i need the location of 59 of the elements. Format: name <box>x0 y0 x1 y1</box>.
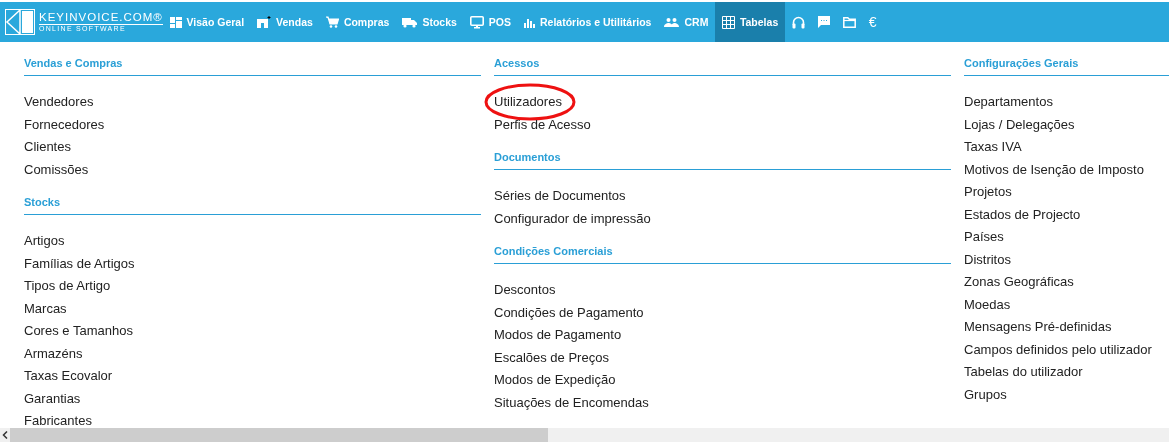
menu-link[interactable]: Artigos <box>24 230 65 253</box>
menu-link[interactable]: Situações de Encomendas <box>494 391 649 414</box>
cart-icon <box>325 16 339 28</box>
section-heading: Condições Comerciais <box>494 230 951 264</box>
menu-link[interactable]: Zonas Geográficas <box>964 271 1074 294</box>
dashboard-icon <box>169 16 182 28</box>
menu-link[interactable]: Taxas IVA <box>964 136 1022 159</box>
menu-link[interactable]: Modos de Expedição <box>494 369 616 392</box>
menu-link[interactable]: Campos definidos pelo utilizador <box>964 338 1152 361</box>
menu-link[interactable]: Tipos de Artigo <box>24 275 111 298</box>
nav-tab[interactable]: Tabelas <box>714 2 786 42</box>
menu-link[interactable]: Moedas <box>964 293 1011 316</box>
menu-link[interactable]: Fornecedores <box>24 113 105 136</box>
menu-link[interactable]: Perfis de Acesso <box>494 113 591 136</box>
section-heading: Stocks <box>24 181 481 215</box>
menu-link[interactable]: Famílias de Artigos <box>24 252 135 275</box>
menu-link[interactable]: Condições de Pagamento <box>494 301 644 324</box>
logo-icon <box>5 9 35 35</box>
menu-link[interactable]: Configurador de impressão <box>494 207 651 230</box>
menu-link[interactable]: Marcas <box>24 297 67 320</box>
menu-link[interactable]: Países <box>964 226 1004 249</box>
menu-link[interactable]: Grupos <box>964 383 1007 406</box>
section-heading: Acessos <box>494 42 951 76</box>
menu-link[interactable]: Armazéns <box>24 342 83 365</box>
menu-link[interactable]: Cores e Tamanhos <box>24 320 133 343</box>
menu-link[interactable]: Motivos de Isenção de Imposto <box>964 158 1144 181</box>
headset-icon <box>791 15 805 29</box>
menu-link[interactable]: Departamentos <box>964 91 1053 114</box>
menu-link[interactable]: Comissões <box>24 158 89 181</box>
menu-link[interactable]: Clientes <box>24 136 71 159</box>
chat-icon <box>817 16 830 28</box>
menu-link[interactable]: Vendedores <box>24 91 94 114</box>
scroll-left-icon[interactable] <box>2 431 8 439</box>
menu-link[interactable]: Séries de Documentos <box>494 185 626 208</box>
truck-icon <box>402 16 418 28</box>
menu-link[interactable]: Fabricantes <box>24 410 92 428</box>
logo-name: KEYINVOICE.COM® <box>39 11 163 25</box>
section-heading: Configurações Gerais <box>964 42 1169 76</box>
bar-chart-icon <box>524 16 535 28</box>
menu-link[interactable]: Taxas Ecovalor <box>24 365 113 388</box>
section-heading: Documentos <box>494 136 951 170</box>
horizontal-scrollbar[interactable] <box>0 428 1169 442</box>
menu-link[interactable]: Garantias <box>24 387 81 410</box>
menu-link[interactable]: Modos de Pagamento <box>494 324 622 347</box>
scrollbar-thumb[interactable] <box>10 428 548 442</box>
menu-link[interactable]: Descontos <box>494 279 556 302</box>
menu-link[interactable]: Lojas / Delegações <box>964 113 1075 136</box>
menu-link[interactable]: Tabelas do utilizador <box>964 361 1083 384</box>
grid-icon <box>721 15 735 29</box>
menu-link[interactable]: Projetos <box>964 181 1012 204</box>
people-icon <box>664 17 680 27</box>
folder-icon <box>842 16 856 28</box>
menu-link[interactable]: Estados de Projecto <box>964 203 1081 226</box>
menu-link[interactable]: Escalões de Preços <box>494 346 609 369</box>
menu-link[interactable]: Mensagens Pré-definidas <box>964 316 1112 339</box>
store-icon <box>257 16 272 28</box>
section-heading: Vendas e Compras <box>24 42 481 76</box>
menu-link[interactable]: Distritos <box>964 248 1011 271</box>
monitor-icon <box>469 15 484 29</box>
